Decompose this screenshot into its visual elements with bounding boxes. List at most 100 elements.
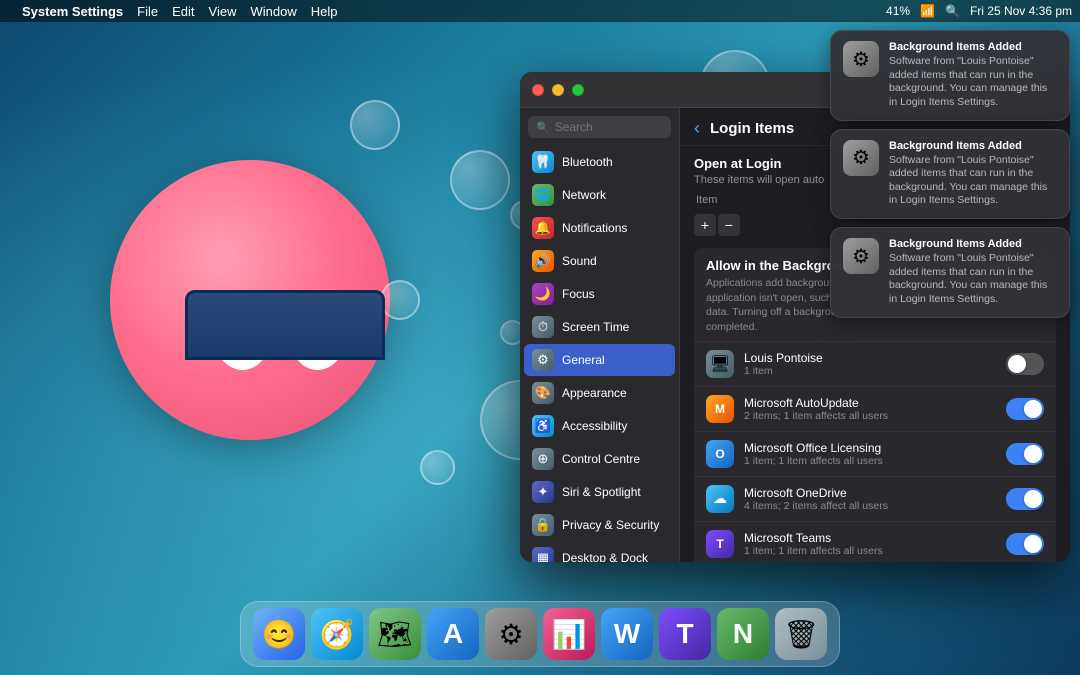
sidebar-label-accessibility: Accessibility bbox=[562, 419, 627, 433]
menubar-edit[interactable]: Edit bbox=[172, 4, 194, 19]
menubar-view[interactable]: View bbox=[209, 4, 237, 19]
notif-body-3: Software from "Louis Pontoise" added ite… bbox=[889, 252, 1057, 307]
sidebar-label-appearance: Appearance bbox=[562, 386, 627, 400]
louis-name: Louis Pontoise bbox=[744, 351, 996, 365]
minimize-button[interactable] bbox=[552, 84, 564, 96]
office-info: Microsoft Office Licensing 1 item; 1 ite… bbox=[744, 441, 996, 467]
sound-icon: 🔊 bbox=[532, 250, 554, 272]
dock-item-appstore[interactable]: A bbox=[427, 608, 479, 660]
onedrive-info: Microsoft OneDrive 4 items; 2 items affe… bbox=[744, 486, 996, 512]
sidebar-label-control-centre: Control Centre bbox=[562, 452, 640, 466]
notification-group: ⚙ Background Items Added Software from "… bbox=[830, 30, 1070, 318]
content-title: Login Items bbox=[710, 120, 794, 137]
sidebar-item-focus[interactable]: 🌙 Focus bbox=[524, 278, 675, 310]
notification-3[interactable]: ⚙ Background Items Added Software from "… bbox=[830, 227, 1070, 318]
louis-desc: 1 item bbox=[744, 365, 996, 377]
sidebar-item-siri-spotlight[interactable]: ✦ Siri & Spotlight bbox=[524, 476, 675, 508]
activity-icon: 📊 bbox=[552, 618, 587, 651]
louis-toggle[interactable] bbox=[1006, 353, 1044, 375]
sidebar-item-network[interactable]: 🌐 Network bbox=[524, 179, 675, 211]
search-icon[interactable]: 🔍 bbox=[945, 4, 960, 18]
privacy-icon: 🔒 bbox=[532, 514, 554, 536]
menubar-app-name[interactable]: System Settings bbox=[22, 4, 123, 19]
notif-icon-2: ⚙ bbox=[843, 140, 879, 176]
onedrive-name: Microsoft OneDrive bbox=[744, 486, 996, 500]
safari-icon: 🧭 bbox=[320, 618, 355, 651]
bg-item-louis: 🖥 Louis Pontoise 1 item bbox=[694, 342, 1056, 387]
search-input[interactable] bbox=[555, 120, 663, 134]
dock-item-safari[interactable]: 🧭 bbox=[311, 608, 363, 660]
focus-icon: 🌙 bbox=[532, 283, 554, 305]
remove-button[interactable]: − bbox=[718, 214, 740, 236]
onedrive-toggle[interactable] bbox=[1006, 488, 1044, 510]
menubar-window[interactable]: Window bbox=[250, 4, 296, 19]
search-icon: 🔍 bbox=[536, 121, 550, 134]
dock-item-finder[interactable]: 😊 bbox=[253, 608, 305, 660]
sidebar-item-privacy-security[interactable]: 🔒 Privacy & Security bbox=[524, 509, 675, 541]
sidebar-item-bluetooth[interactable]: 🦷 Bluetooth bbox=[524, 146, 675, 178]
back-button[interactable]: ‹ bbox=[694, 118, 700, 139]
sidebar-label-screen-time: Screen Time bbox=[562, 320, 629, 334]
menubar: System Settings File Edit View Window He… bbox=[0, 0, 1080, 22]
control-centre-icon: ⊕ bbox=[532, 448, 554, 470]
notif-body-2: Software from "Louis Pontoise" added ite… bbox=[889, 154, 1057, 209]
appearance-icon: 🎨 bbox=[532, 382, 554, 404]
sidebar-item-accessibility[interactable]: ♿ Accessibility bbox=[524, 410, 675, 442]
sidebar-item-desktop-dock[interactable]: ▦ Desktop & Dock bbox=[524, 542, 675, 562]
dock-item-notion[interactable]: N bbox=[717, 608, 769, 660]
notif-icon-1: ⚙ bbox=[843, 41, 879, 77]
dock-item-word[interactable]: W bbox=[601, 608, 653, 660]
notif-icon-3: ⚙ bbox=[843, 238, 879, 274]
maximize-button[interactable] bbox=[572, 84, 584, 96]
sidebar-item-sound[interactable]: 🔊 Sound bbox=[524, 245, 675, 277]
bg-item-teams: T Microsoft Teams 1 item; 1 item affects… bbox=[694, 522, 1056, 562]
bg-item-onedrive: ☁ Microsoft OneDrive 4 items; 2 items af… bbox=[694, 477, 1056, 522]
office-toggle[interactable] bbox=[1006, 443, 1044, 465]
sidebar-label-general: General bbox=[562, 353, 605, 367]
search-bar[interactable]: 🔍 bbox=[528, 116, 671, 138]
siri-icon: ✦ bbox=[532, 481, 554, 503]
notifications-icon: 🔔 bbox=[532, 217, 554, 239]
autoupdate-toggle[interactable] bbox=[1006, 398, 1044, 420]
teams-desc: 1 item; 1 item affects all users bbox=[744, 545, 996, 557]
dock-item-teams[interactable]: T bbox=[659, 608, 711, 660]
sidebar-label-notifications: Notifications bbox=[562, 221, 627, 235]
bg-item-office: O Microsoft Office Licensing 1 item; 1 i… bbox=[694, 432, 1056, 477]
notification-1[interactable]: ⚙ Background Items Added Software from "… bbox=[830, 30, 1070, 121]
sidebar-item-general[interactable]: ⚙ General bbox=[524, 344, 675, 376]
sidebar-item-screen-time[interactable]: ⏱ Screen Time bbox=[524, 311, 675, 343]
sidebar-label-network: Network bbox=[562, 188, 606, 202]
notif-title-2: Background Items Added bbox=[889, 140, 1057, 152]
dock-item-activity[interactable]: 📊 bbox=[543, 608, 595, 660]
menubar-help[interactable]: Help bbox=[311, 4, 338, 19]
sidebar-item-notifications[interactable]: 🔔 Notifications bbox=[524, 212, 675, 244]
sidebar-label-sound: Sound bbox=[562, 254, 597, 268]
dock-item-trash[interactable]: 🗑 bbox=[775, 608, 827, 660]
office-desc: 1 item; 1 item affects all users bbox=[744, 455, 996, 467]
teams-toggle[interactable] bbox=[1006, 533, 1044, 555]
menubar-left: System Settings File Edit View Window He… bbox=[8, 4, 337, 19]
autoupdate-name: Microsoft AutoUpdate bbox=[744, 396, 996, 410]
close-button[interactable] bbox=[532, 84, 544, 96]
louis-icon: 🖥 bbox=[706, 350, 734, 378]
add-button[interactable]: + bbox=[694, 214, 716, 236]
teams-name: Microsoft Teams bbox=[744, 531, 996, 545]
dock-item-maps[interactable]: 🗺 bbox=[369, 608, 421, 660]
teams-info: Microsoft Teams 1 item; 1 item affects a… bbox=[744, 531, 996, 557]
menubar-file[interactable]: File bbox=[137, 4, 158, 19]
sidebar-item-control-centre[interactable]: ⊕ Control Centre bbox=[524, 443, 675, 475]
maps-icon: 🗺 bbox=[377, 618, 413, 651]
onedrive-icon: ☁ bbox=[706, 485, 734, 513]
louis-info: Louis Pontoise 1 item bbox=[744, 351, 996, 377]
sidebar-label-privacy: Privacy & Security bbox=[562, 518, 659, 532]
notif-body-1: Software from "Louis Pontoise" added ite… bbox=[889, 55, 1057, 110]
teams-icon: T bbox=[706, 530, 734, 558]
notification-2[interactable]: ⚙ Background Items Added Software from "… bbox=[830, 129, 1070, 220]
bluetooth-icon: 🦷 bbox=[532, 151, 554, 173]
sidebar-item-appearance[interactable]: 🎨 Appearance bbox=[524, 377, 675, 409]
appstore-icon: A bbox=[443, 618, 463, 650]
accessibility-icon: ♿ bbox=[532, 415, 554, 437]
date-time: Fri 25 Nov 4:36 pm bbox=[970, 4, 1072, 18]
autoupdate-desc: 2 items; 1 item affects all users bbox=[744, 410, 996, 422]
dock-item-settings[interactable]: ⚙ bbox=[485, 608, 537, 660]
